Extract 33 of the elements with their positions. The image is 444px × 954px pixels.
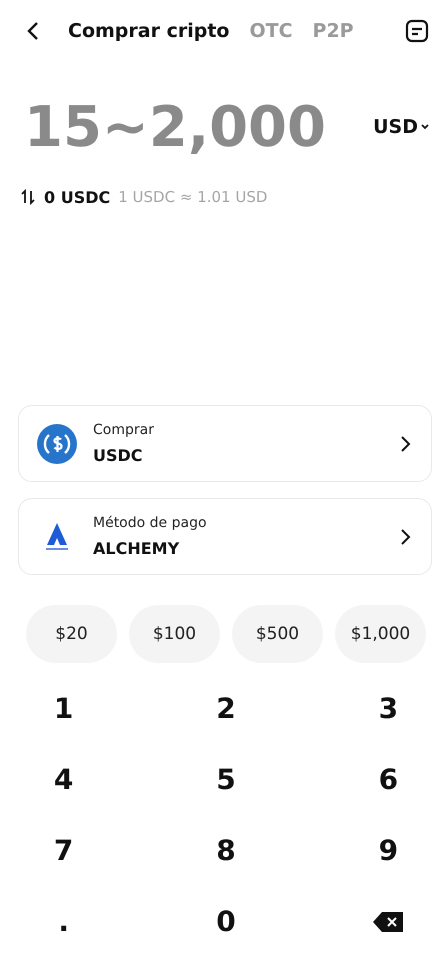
orders-icon[interactable] xyxy=(404,18,430,44)
chevron-down-icon xyxy=(420,122,430,132)
selector-label: Método de pago xyxy=(93,515,208,531)
swap-icon[interactable] xyxy=(20,189,36,205)
selector-card[interactable]: Comprar USDC xyxy=(18,405,432,482)
keypad-key[interactable]: 0 xyxy=(153,886,299,954)
backspace-icon[interactable] xyxy=(372,910,404,932)
preset-amount-button[interactable]: $500 xyxy=(232,605,323,663)
preset-amount-button[interactable]: $20 xyxy=(26,605,117,663)
preset-amount-button[interactable]: $1,000 xyxy=(335,605,426,663)
chevron-right-icon xyxy=(399,434,411,452)
selector-value: USDC xyxy=(93,446,144,465)
selector-label: Comprar xyxy=(93,422,155,438)
currency-dropdown[interactable]: USD xyxy=(373,116,430,138)
keypad-key[interactable]: 2 xyxy=(153,673,299,744)
keypad-key[interactable]: 6 xyxy=(298,744,444,815)
keypad-key[interactable]: 3 xyxy=(298,673,444,744)
tab[interactable]: Comprar cripto xyxy=(68,20,230,42)
converted-amount: 0 USDC xyxy=(44,188,110,206)
keypad-key[interactable]: 9 xyxy=(298,815,444,886)
preset-amount-button[interactable]: $100 xyxy=(129,605,220,663)
keypad-key[interactable]: 1 xyxy=(8,673,154,744)
keypad-key[interactable]: 4 xyxy=(8,744,154,815)
dollar-coin-icon xyxy=(37,424,77,464)
keypad-key[interactable]: 5 xyxy=(153,744,299,815)
amount-field[interactable]: 15~2,000 xyxy=(24,94,344,160)
exchange-rate: 1 USDC ≈ 1.01 USD xyxy=(118,188,268,206)
chevron-right-icon xyxy=(399,528,411,546)
keypad-key[interactable]: 7 xyxy=(8,815,154,886)
selector-value: ALCHEMY xyxy=(93,539,180,558)
selector-card[interactable]: Método de pago ALCHEMY xyxy=(18,498,432,575)
keypad-key[interactable]: 8 xyxy=(153,815,299,886)
keypad-key[interactable]: . xyxy=(8,886,154,954)
